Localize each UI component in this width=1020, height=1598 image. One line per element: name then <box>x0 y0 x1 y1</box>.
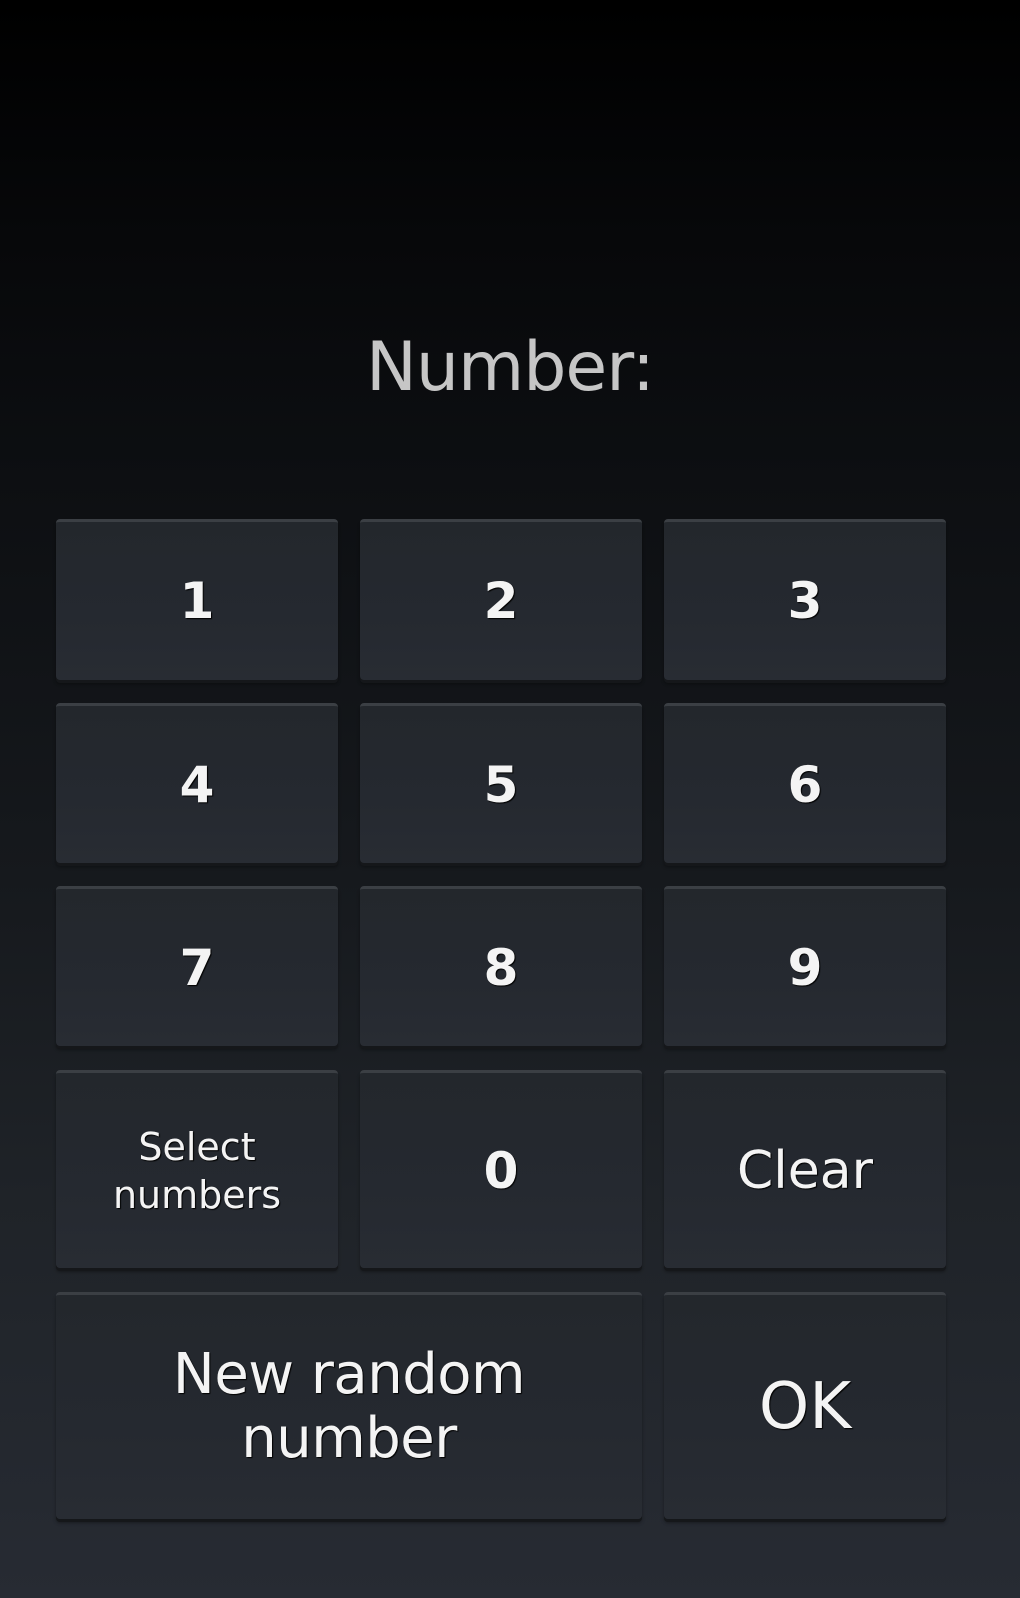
select-numbers-label: Select numbers <box>113 1123 281 1219</box>
select-numbers-label-line1: Select <box>138 1124 256 1169</box>
digit-0-button[interactable]: 0 <box>360 1070 642 1268</box>
digit-1-label: 1 <box>179 572 215 630</box>
digit-3-label: 3 <box>787 572 823 630</box>
digit-3-button[interactable]: 3 <box>664 519 946 680</box>
digit-9-button[interactable]: 9 <box>664 886 946 1046</box>
clear-label: Clear <box>737 1140 873 1201</box>
digit-7-label: 7 <box>179 938 215 997</box>
clear-button[interactable]: Clear <box>664 1070 946 1268</box>
new-random-number-button[interactable]: New random number <box>56 1292 642 1519</box>
digit-5-button[interactable]: 5 <box>360 703 642 863</box>
new-random-number-label-line2: number <box>241 1406 457 1471</box>
digit-4-label: 4 <box>179 755 215 814</box>
digit-1-button[interactable]: 1 <box>56 519 338 680</box>
number-label: Number: <box>366 328 655 407</box>
digit-7-button[interactable]: 7 <box>56 886 338 1046</box>
new-random-number-label-line1: New random <box>172 1342 526 1407</box>
digit-8-button[interactable]: 8 <box>360 886 642 1046</box>
digit-4-button[interactable]: 4 <box>56 703 338 863</box>
digit-8-label: 8 <box>483 938 519 997</box>
digit-2-label: 2 <box>483 572 519 630</box>
digit-5-label: 5 <box>483 755 519 814</box>
select-numbers-button[interactable]: Select numbers <box>56 1070 338 1268</box>
digit-6-label: 6 <box>787 755 823 814</box>
select-numbers-label-line2: numbers <box>112 1172 282 1217</box>
digit-0-label: 0 <box>483 1141 519 1200</box>
digit-2-button[interactable]: 2 <box>360 519 642 680</box>
digit-6-button[interactable]: 6 <box>664 703 946 863</box>
digit-9-label: 9 <box>787 938 823 997</box>
ok-label: OK <box>758 1370 852 1444</box>
new-random-number-label: New random number <box>172 1342 526 1471</box>
ok-button[interactable]: OK <box>664 1292 946 1519</box>
